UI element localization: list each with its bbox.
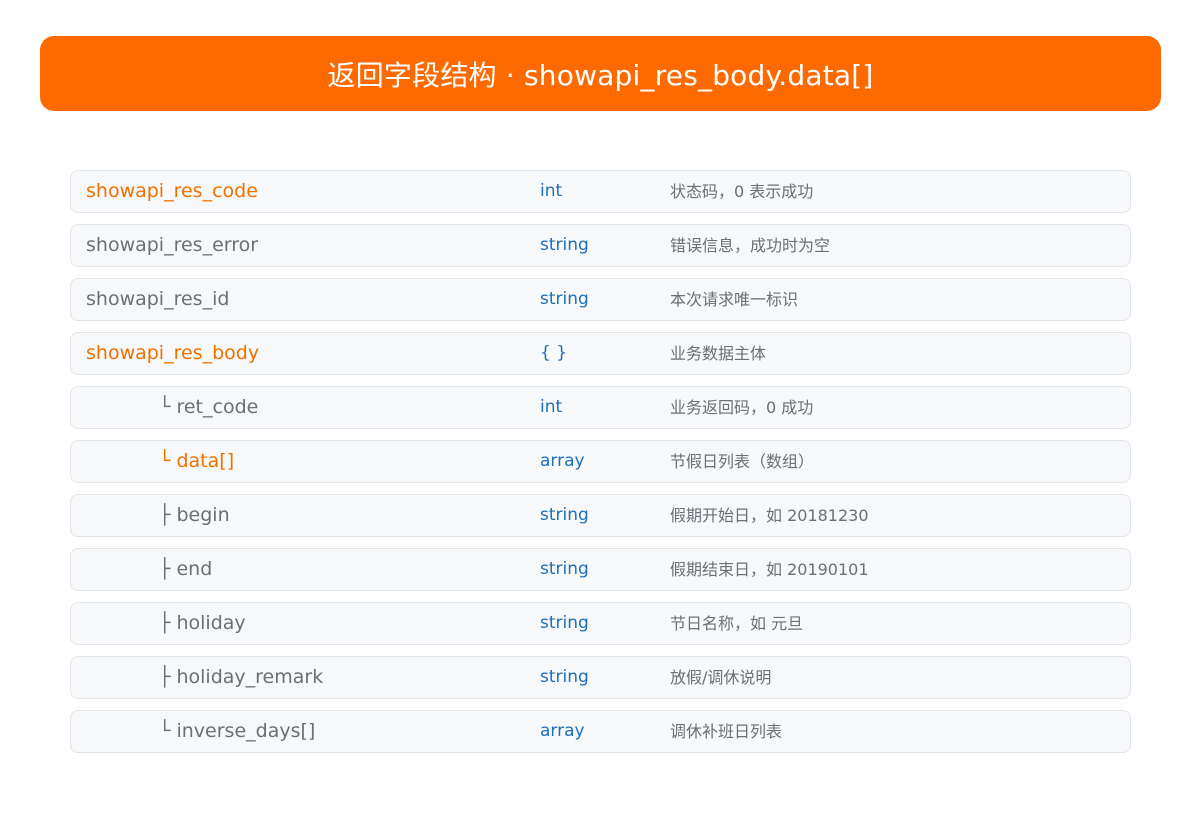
field-description: 业务返回码，0 成功 [670,398,814,417]
field-type: string [540,613,589,633]
field-description: 状态码，0 表示成功 [670,182,814,201]
field-type: string [540,235,589,255]
field-type: { } [540,343,568,363]
field-description: 假期结束日，如 20190101 [670,560,869,579]
field-type: array [540,721,585,741]
field-type: int [540,397,563,417]
field-row-data: └ data[] array 节假日列表（数组） [70,440,1131,483]
field-row-holiday: ├ holiday string 节日名称，如 元旦 [70,602,1131,645]
page-title: 返回字段结构 · showapi_res_body.data[] [327,58,874,92]
field-structure-list: showapi_res_code int 状态码，0 表示成功 showapi_… [70,170,1131,764]
field-type: string [540,505,589,525]
field-type: string [540,289,589,309]
field-name: ├ holiday [159,612,246,634]
field-description: 错误信息，成功时为空 [670,236,831,255]
field-description: 假期开始日，如 20181230 [670,506,869,525]
field-row-inverse-days: └ inverse_days[] array 调休补班日列表 [70,710,1131,753]
field-row-end: ├ end string 假期结束日，如 20190101 [70,548,1131,591]
field-description: 本次请求唯一标识 [670,290,799,309]
field-type: array [540,451,585,471]
field-type: int [540,181,563,201]
field-description: 节假日列表（数组） [670,452,815,471]
field-row-begin: ├ begin string 假期开始日，如 20181230 [70,494,1131,537]
field-name: showapi_res_error [86,234,259,256]
field-name: showapi_res_code [86,180,258,202]
field-description: 业务数据主体 [670,344,767,363]
field-row-showapi-res-body: showapi_res_body { } 业务数据主体 [70,332,1131,375]
field-name: ├ holiday_remark [159,666,324,688]
field-type: string [540,667,589,687]
field-name: ├ end [159,558,213,580]
field-row-ret-code: └ ret_code int 业务返回码，0 成功 [70,386,1131,429]
field-name: └ ret_code [159,396,259,418]
field-type: string [540,559,589,579]
field-name: showapi_res_body [86,342,260,364]
field-row-holiday-remark: ├ holiday_remark string 放假/调休说明 [70,656,1131,699]
field-row-showapi-res-code: showapi_res_code int 状态码，0 表示成功 [70,170,1131,213]
field-row-showapi-res-error: showapi_res_error string 错误信息，成功时为空 [70,224,1131,267]
field-name: └ data[] [159,450,235,472]
field-description: 节日名称，如 元旦 [670,614,804,633]
field-name: showapi_res_id [86,288,230,310]
field-description: 调休补班日列表 [670,722,783,741]
page-header: 返回字段结构 · showapi_res_body.data[] [40,36,1161,111]
field-row-showapi-res-id: showapi_res_id string 本次请求唯一标识 [70,278,1131,321]
field-name: └ inverse_days[] [159,720,316,742]
field-name: ├ begin [159,504,230,526]
field-description: 放假/调休说明 [670,668,772,687]
